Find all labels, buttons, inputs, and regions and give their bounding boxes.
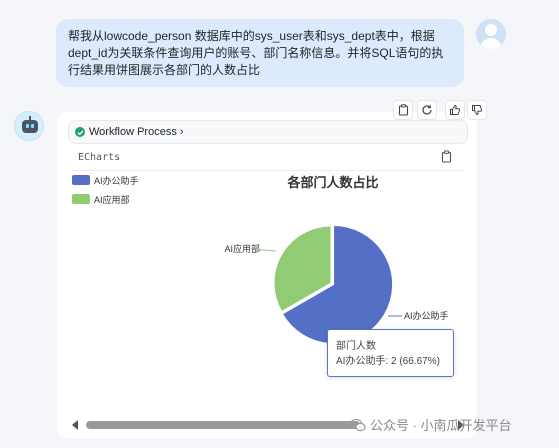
tooltip-title: 部门人数 bbox=[336, 341, 376, 352]
scroll-left-arrow-icon[interactable] bbox=[72, 420, 78, 430]
pie-chart: AI办公助手 AI应用部 bbox=[224, 224, 449, 344]
watermark-text: 公众号 · 小南瓜开发平台 bbox=[370, 418, 512, 433]
wechat-icon bbox=[350, 418, 366, 431]
scrollbar-thumb[interactable] bbox=[86, 421, 360, 429]
chart-tooltip: 部门人数 AI办公助手: 2 (66.67%) bbox=[327, 329, 454, 377]
watermark: 公众号 · 小南瓜开发平台 bbox=[350, 415, 512, 434]
tooltip-value: AI办公助手: 2 (66.67%) bbox=[336, 356, 440, 367]
pie-label-line-1 bbox=[259, 249, 277, 252]
pie-label-0: AI办公助手 bbox=[404, 310, 449, 321]
pie-label-1: AI应用部 bbox=[224, 243, 260, 254]
